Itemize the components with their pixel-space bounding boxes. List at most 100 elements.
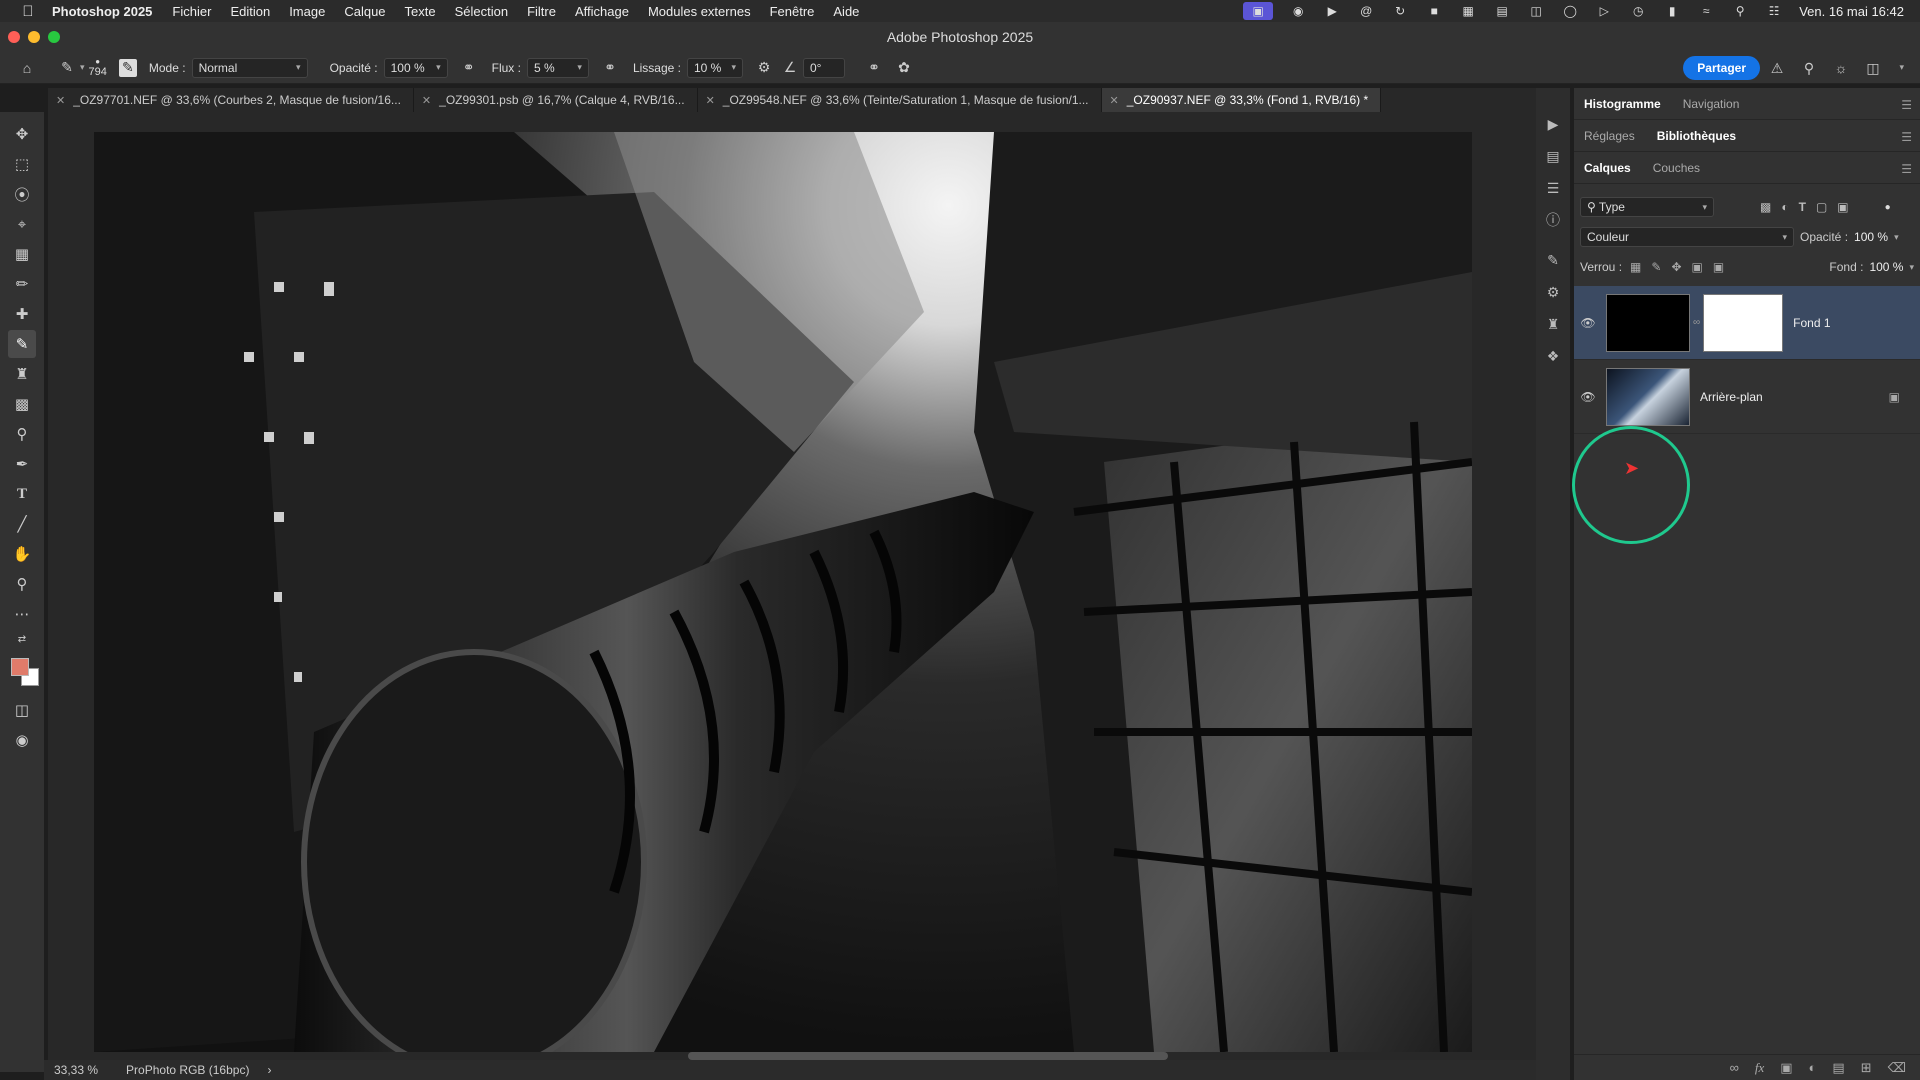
- sync-icon[interactable]: ↻: [1391, 4, 1409, 18]
- menu-edition[interactable]: Edition: [230, 4, 270, 19]
- more-tools-icon[interactable]: ⋯: [8, 600, 36, 628]
- play-circle-icon[interactable]: ▶: [1323, 4, 1341, 18]
- brush-preset-dropdown-chevron[interactable]: ▾: [80, 62, 85, 73]
- new-layer-icon[interactable]: ⊞: [1861, 1060, 1872, 1076]
- menu-fenetre[interactable]: Fenêtre: [770, 4, 815, 19]
- tab-couches[interactable]: Couches: [1653, 161, 1700, 175]
- info-icon[interactable]: ⓘ: [1540, 208, 1566, 232]
- clone-stamp-tool-icon[interactable]: ♜: [8, 360, 36, 388]
- new-group-folder-icon[interactable]: ▤: [1832, 1060, 1844, 1076]
- fx-layer-style-icon[interactable]: fx: [1755, 1060, 1764, 1076]
- pressure-opacity-icon[interactable]: ⚭: [458, 57, 480, 79]
- tab-bibliotheques[interactable]: Bibliothèques: [1657, 129, 1736, 143]
- menu-affichage[interactable]: Affichage: [575, 4, 629, 19]
- opacity-dropdown[interactable]: 100 % ▾: [383, 57, 448, 78]
- filter-pixel-icon[interactable]: ▩: [1760, 200, 1771, 214]
- screen-record-icon[interactable]: ▣: [1243, 2, 1274, 20]
- tab-histogramme[interactable]: Histogramme: [1584, 97, 1661, 111]
- brush-preset-icon[interactable]: ✎: [56, 57, 78, 79]
- search-icon[interactable]: ⚲: [1798, 57, 1820, 79]
- clone-source-icon[interactable]: ♜: [1540, 312, 1566, 336]
- airbrush-icon[interactable]: ⚭: [599, 57, 621, 79]
- app-name-menu[interactable]: Photoshop 2025: [52, 4, 152, 19]
- apple-icon[interactable]: : [18, 3, 38, 20]
- line-tool-icon[interactable]: ╱: [8, 510, 36, 538]
- adjustments-sliders-icon[interactable]: ☰: [1540, 176, 1566, 200]
- lock-all-icon[interactable]: ▣: [1713, 260, 1724, 274]
- brush-settings-panel-icon[interactable]: ✎: [1540, 248, 1566, 272]
- menu-selection[interactable]: Sélection: [455, 4, 508, 19]
- lasso-tool-icon[interactable]: ⦿: [8, 180, 36, 208]
- crop-tool-icon[interactable]: ⌖: [8, 210, 36, 238]
- pressure-size-icon[interactable]: ⚭: [863, 57, 885, 79]
- hand-tool-icon[interactable]: ✋: [8, 540, 36, 568]
- wifi-icon[interactable]: ≈: [1697, 4, 1715, 18]
- workspace-chevron-icon[interactable]: ▾: [1899, 62, 1904, 73]
- history-icon[interactable]: ▤: [1540, 144, 1566, 168]
- workspace-icon[interactable]: ◫: [1862, 57, 1884, 79]
- close-icon[interactable]: ✕: [422, 94, 431, 107]
- canvas-area[interactable]: [48, 112, 1560, 1060]
- media-play-icon[interactable]: ▷: [1595, 4, 1613, 18]
- panel-menu-icon[interactable]: ☰: [1901, 162, 1912, 176]
- horizontal-scrollbar[interactable]: [688, 1052, 1168, 1060]
- menu-modules-externes[interactable]: Modules externes: [648, 4, 751, 19]
- marquee-tool-icon[interactable]: ⬚: [8, 150, 36, 178]
- object-selection-tool-icon[interactable]: ▦: [8, 240, 36, 268]
- menu-filtre[interactable]: Filtre: [527, 4, 556, 19]
- adjustment-layer-icon[interactable]: ◐: [1809, 1060, 1817, 1075]
- share-button[interactable]: Partager: [1683, 56, 1760, 80]
- panel-menu-icon[interactable]: ☰: [1901, 98, 1912, 112]
- battery-icon[interactable]: ▮: [1663, 4, 1681, 18]
- pen-tool-icon[interactable]: ✒: [8, 450, 36, 478]
- layer-opacity-value[interactable]: 100 %: [1854, 230, 1888, 244]
- lock-transparent-pixels-icon[interactable]: ▦: [1630, 260, 1641, 274]
- paths-icon[interactable]: ❖: [1540, 344, 1566, 368]
- brush-settings-icon[interactable]: ✎: [118, 58, 137, 77]
- layer-thumbnail[interactable]: [1606, 293, 1690, 352]
- mask-link-icon[interactable]: ∞: [1693, 317, 1700, 328]
- filter-smart-object-icon[interactable]: ▣: [1837, 200, 1848, 214]
- clock-icon[interactable]: ◷: [1629, 4, 1647, 18]
- lissage-dropdown[interactable]: 10 % ▾: [686, 57, 743, 78]
- filter-type-icon[interactable]: T: [1799, 200, 1806, 214]
- add-mask-icon[interactable]: ▣: [1780, 1060, 1792, 1076]
- zoom-window-button[interactable]: [48, 31, 60, 43]
- blend-mode-dropdown[interactable]: Couleur ▾: [1580, 227, 1794, 247]
- close-icon[interactable]: ✕: [56, 94, 65, 107]
- tab-reglages[interactable]: Réglages: [1584, 129, 1635, 143]
- zoom-tool-icon[interactable]: ⚲: [8, 570, 36, 598]
- spotlight-search-icon[interactable]: ⚲: [1731, 4, 1749, 18]
- menubar-datetime[interactable]: Ven. 16 mai 16:42: [1799, 4, 1904, 19]
- chevron-down-icon[interactable]: ▾: [1909, 262, 1914, 273]
- layer-mask-thumbnail[interactable]: [1703, 293, 1784, 352]
- menu-calque[interactable]: Calque: [344, 4, 385, 19]
- dodge-tool-icon[interactable]: ⚲: [8, 420, 36, 448]
- eye-visibility-icon[interactable]: 👁: [1574, 316, 1602, 330]
- swap-colors-icon[interactable]: ⇄: [8, 630, 36, 648]
- home-icon[interactable]: ⌂: [16, 57, 38, 79]
- move-tool-icon[interactable]: ✥: [8, 120, 36, 148]
- close-window-button[interactable]: [8, 31, 20, 43]
- doc-tab-2[interactable]: ✕ _OZ99301.psb @ 16,7% (Calque 4, RVB/16.…: [414, 88, 698, 112]
- panel-menu-icon[interactable]: ☰: [1901, 130, 1912, 144]
- menu-image[interactable]: Image: [289, 4, 325, 19]
- layer-row-fond-1[interactable]: 👁 ∞ Fond 1: [1574, 286, 1920, 360]
- menu-texte[interactable]: Texte: [405, 4, 436, 19]
- actions-play-icon[interactable]: ▶: [1540, 112, 1566, 136]
- grid-icon[interactable]: ▦: [1459, 4, 1477, 18]
- mode-dropdown[interactable]: Normal ▾: [191, 57, 308, 78]
- layer-row-arriere-plan[interactable]: 👁 Arrière-plan ▣: [1574, 360, 1920, 434]
- user-circle-icon[interactable]: ◯: [1561, 4, 1579, 18]
- window-icon[interactable]: ◫: [1527, 4, 1545, 18]
- close-icon[interactable]: ✕: [706, 94, 715, 107]
- lock-position-icon[interactable]: ✥: [1671, 260, 1681, 274]
- foreground-color-swatch[interactable]: [11, 658, 29, 676]
- app-badge-icon[interactable]: ■: [1425, 4, 1443, 18]
- clipboard-icon[interactable]: ▤: [1493, 4, 1511, 18]
- status-expand-arrow[interactable]: ›: [267, 1063, 271, 1077]
- eyedropper-tool-icon[interactable]: ✏: [8, 270, 36, 298]
- layer-thumbnail[interactable]: [1606, 367, 1690, 426]
- discover-lightbulb-icon[interactable]: ☼: [1830, 57, 1852, 79]
- symmetry-butterfly-icon[interactable]: ✿: [893, 57, 915, 79]
